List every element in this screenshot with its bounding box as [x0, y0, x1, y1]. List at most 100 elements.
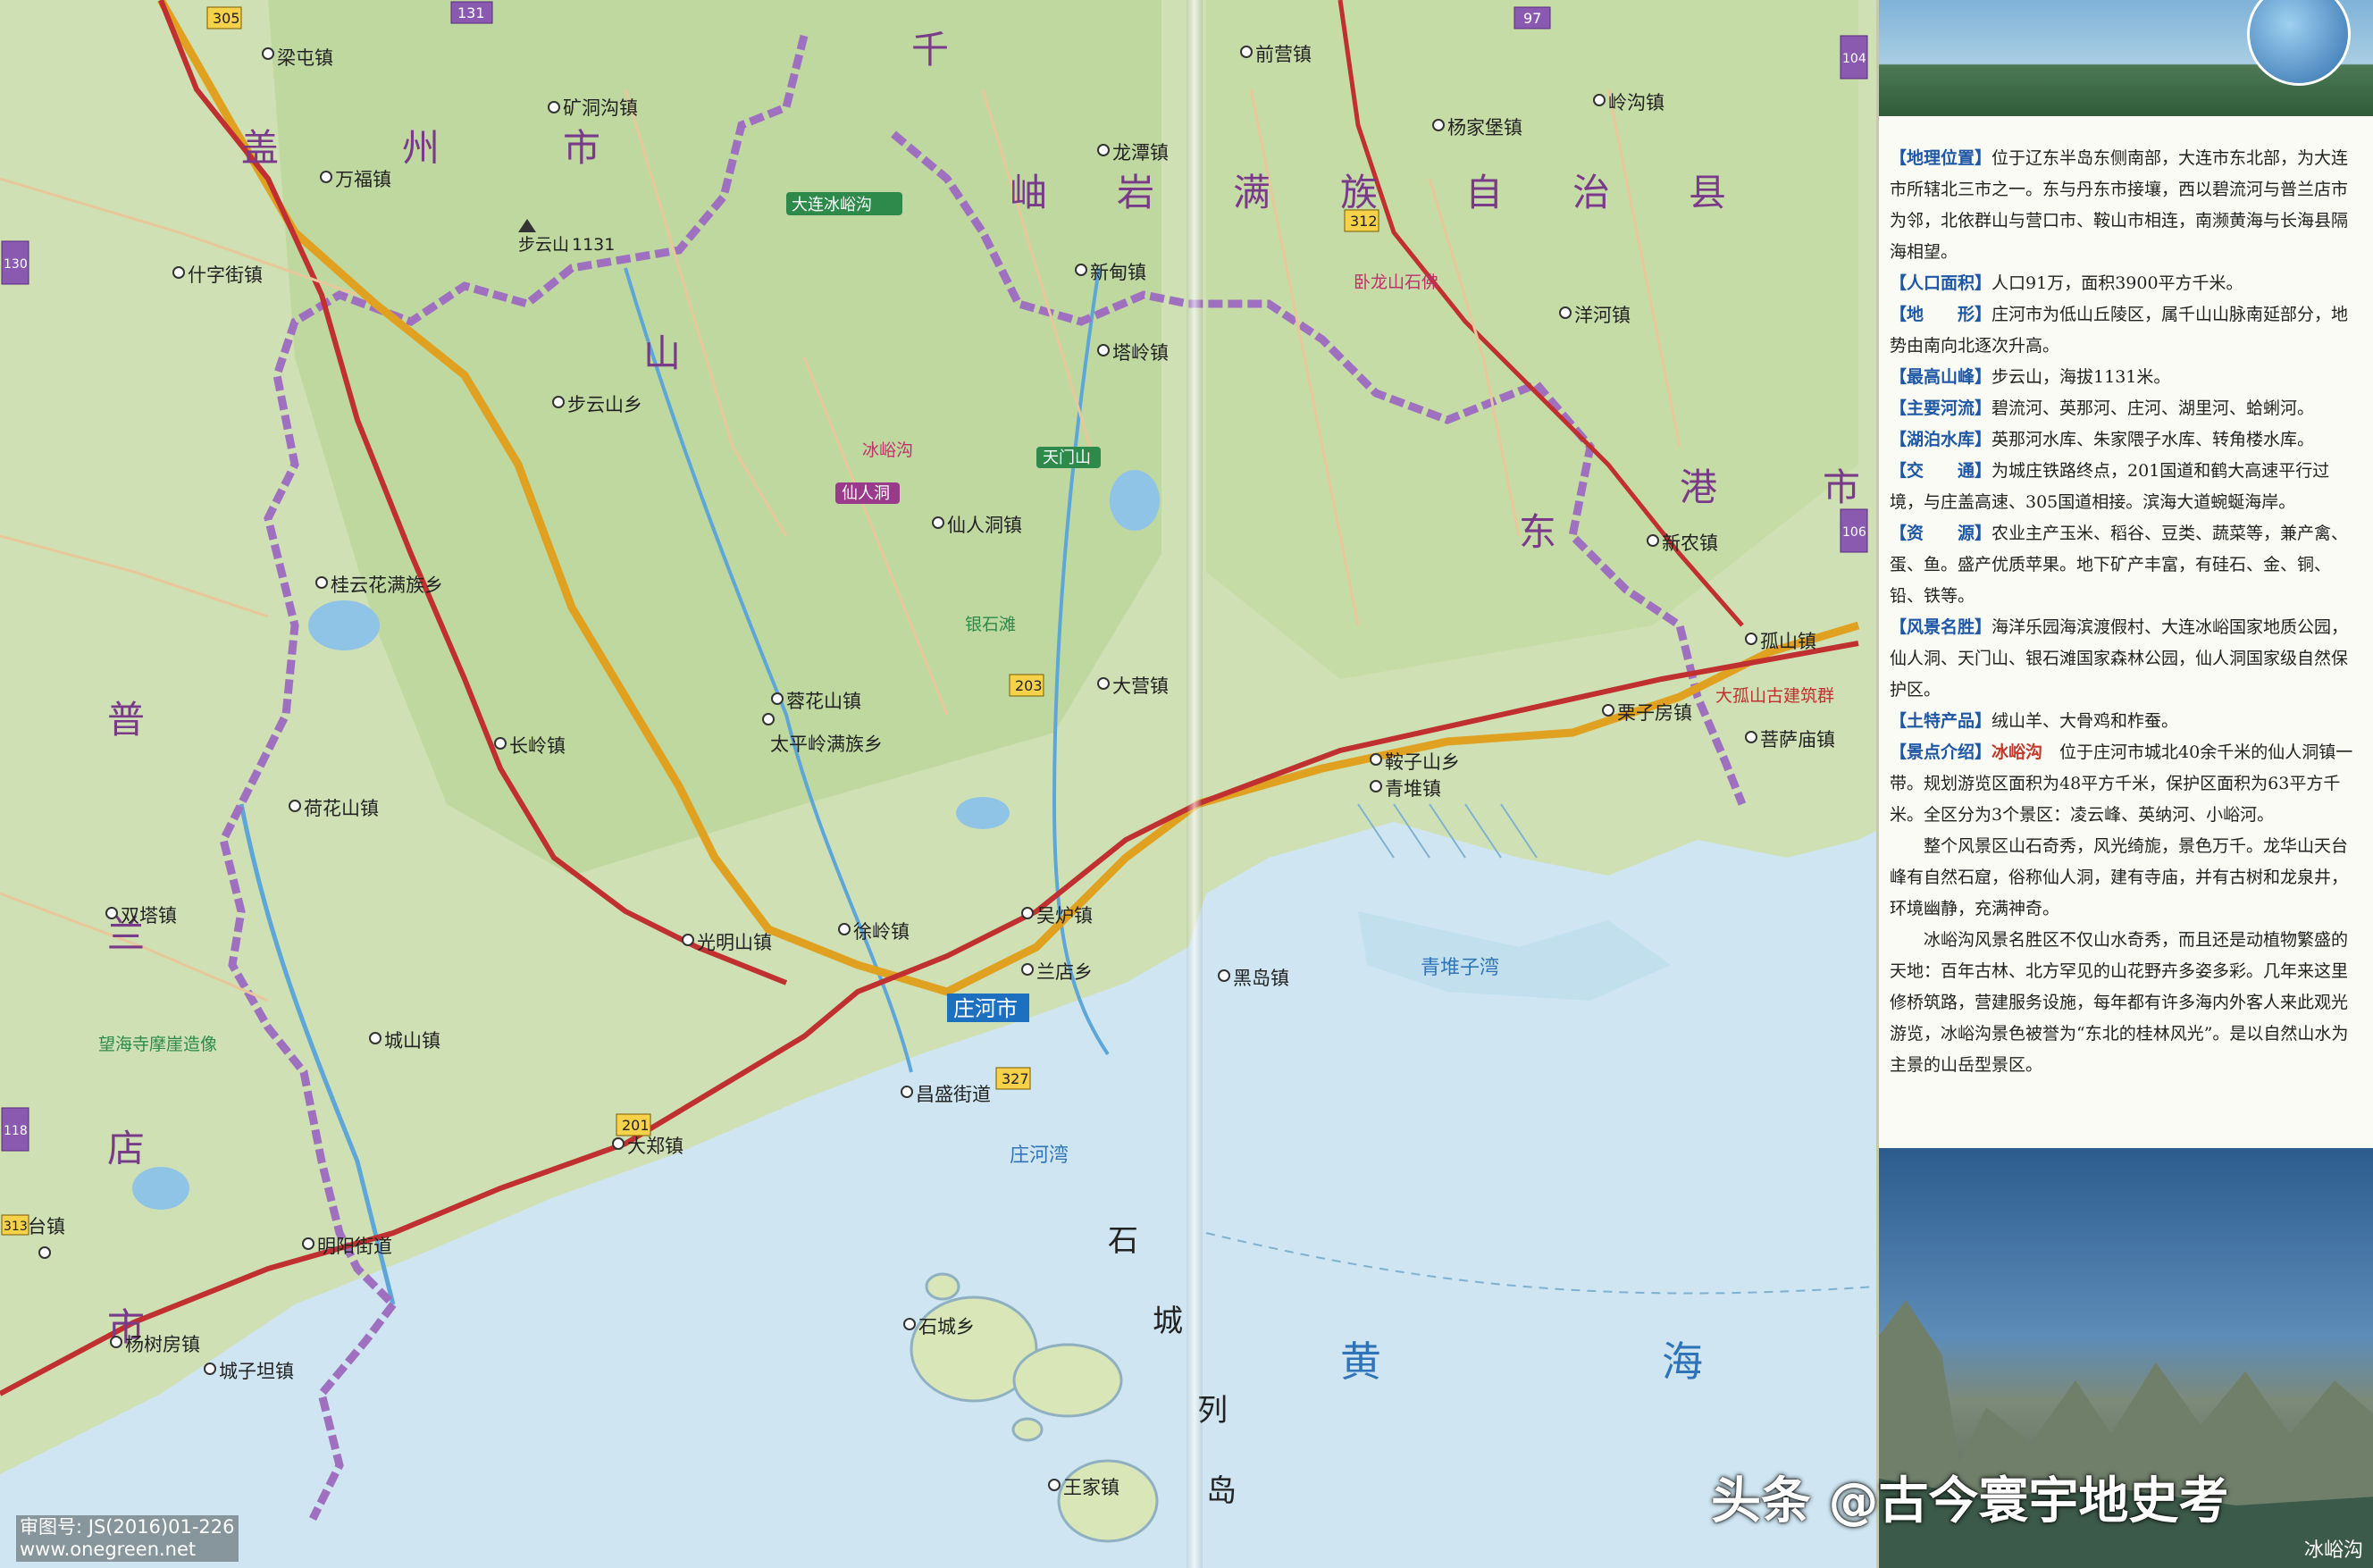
photo-caption: 冰峪沟 — [2303, 1539, 2363, 1562]
map-page: 盖 州 市 千 山 岫 岩 满 族 自 治 县 东 港 市 普 兰 店 市 黄 … — [0, 0, 2373, 1568]
town-label: 什字街镇 — [188, 264, 263, 286]
town-label: 徐岭镇 — [853, 921, 910, 943]
info-key: 【主要河流】 — [1890, 398, 1992, 418]
road-shield-number: 313 — [4, 1220, 28, 1234]
town-marker — [1593, 94, 1606, 106]
peak-height: 1131 — [572, 235, 615, 255]
road-shield-number: 203 — [1015, 677, 1043, 694]
road-shield-number: 312 — [1350, 213, 1378, 230]
town-marker — [1370, 753, 1382, 766]
region-char: 盖 — [241, 126, 279, 170]
reservoir — [1110, 470, 1160, 531]
town-marker — [762, 713, 775, 725]
wangjia-island — [1057, 1459, 1159, 1543]
town-marker — [771, 692, 784, 705]
town-label: 前营镇 — [1255, 44, 1312, 65]
town-marker — [110, 1336, 122, 1348]
town-marker — [1647, 534, 1659, 547]
intro-entry: 【景点介绍】冰峪沟 位于庄河市城北40余千米的仙人洞镇一带。规划游览区面积为48… — [1890, 737, 2361, 831]
info-entry: 【风景名胜】海洋乐园海滨渡假村、大连冰峪国家地质公园，仙人洞、天门山、银石滩国家… — [1890, 612, 2361, 706]
info-entry: 【土特产品】绒山羊、大骨鸡和柞蚕。 — [1890, 706, 2361, 737]
info-entry: 【最高山峰】步云山，海拔1131米。 — [1890, 362, 2361, 393]
town-marker — [932, 516, 944, 529]
book-spine — [1186, 0, 1203, 1568]
town-marker — [1745, 731, 1757, 743]
intro-name: 冰峪沟 — [1991, 742, 2043, 762]
town-marker — [1745, 633, 1757, 645]
islet — [925, 1272, 960, 1301]
town-marker — [1097, 677, 1110, 690]
bay-label: 庄河湾 — [1010, 1145, 1069, 1167]
town-label: 杨树房镇 — [125, 1334, 200, 1355]
town-marker — [204, 1363, 216, 1375]
info-entry: 【资 源】农业主产玉米、稻谷、豆类、蔬菜等，兼产禽、蛋、鱼。盛产优质苹果。地下矿… — [1890, 518, 2361, 612]
town-marker — [1432, 119, 1445, 131]
town-label: 万福镇 — [335, 169, 391, 190]
archipelago-label: 岛 — [1206, 1473, 1237, 1509]
info-entry: 【人口面积】人口91万，面积3900平方千米。 — [1890, 268, 2361, 299]
town-label: 菩萨庙镇 — [1760, 729, 1835, 750]
town-marker — [320, 171, 332, 183]
town-label: 仙人洞镇 — [947, 515, 1022, 536]
road-shield-number: 104 — [1842, 52, 1866, 66]
town-marker — [901, 1086, 913, 1098]
town-marker — [1240, 46, 1253, 58]
town-label: 石城乡 — [918, 1316, 975, 1337]
reservoir — [132, 1167, 189, 1210]
region-char: 州 — [402, 126, 440, 170]
town-label: 黑岛镇 — [1233, 968, 1289, 989]
region-char: 岩 — [1117, 171, 1154, 214]
info-value: 步云山，海拔1131米。 — [1991, 367, 2171, 387]
town-label: 光明山镇 — [697, 932, 772, 953]
road-shield-number: 130 — [4, 257, 28, 272]
town-marker — [262, 47, 274, 60]
town-marker — [552, 396, 565, 408]
town-label: 王家镇 — [1063, 1477, 1119, 1498]
town-marker — [315, 576, 328, 589]
scenic-label: 银石滩 — [965, 615, 1016, 634]
info-value: 绒山羊、大骨鸡和柞蚕。 — [1991, 711, 2179, 731]
scenic-label: 卧龙山石佛 — [1354, 273, 1438, 292]
globe-icon — [2247, 0, 2351, 86]
town-marker — [548, 101, 560, 113]
town-label: 城山镇 — [384, 1030, 440, 1052]
town-label: 双塔镇 — [121, 905, 177, 927]
town-marker — [38, 1246, 51, 1259]
reservoir — [956, 797, 1010, 829]
intro-paragraph: 整个风景区山石奇秀，风光绮旎，景色万千。龙华山天台峰有自然石窟，俗称仙人洞，建有… — [1890, 836, 2349, 918]
info-value: 碧流河、英那河、庄河、湖里河、蛤蜊河。 — [1991, 398, 2315, 418]
info-value: 人口91万，面积3900平方千米。 — [1991, 273, 2243, 293]
scenic-label: 仙人洞 — [842, 484, 890, 503]
region-char: 族 — [1340, 171, 1378, 214]
town-label: 大营镇 — [1112, 675, 1169, 697]
town-marker — [289, 800, 301, 812]
region-char: 县 — [1689, 171, 1726, 214]
town-label: 城子坦镇 — [219, 1361, 294, 1382]
town-label: 新农镇 — [1662, 532, 1718, 554]
region-char: 港 — [1680, 465, 1717, 509]
region-char: 山 — [643, 331, 681, 375]
region-char: 普 — [107, 698, 145, 742]
town-label: 荷花山镇 — [304, 798, 379, 819]
town-label: 明阳街道 — [317, 1236, 392, 1257]
region-char: 千 — [911, 28, 949, 71]
scenic-label: 大孤山古建筑群 — [1715, 686, 1834, 706]
sea-label: 黄 — [1340, 1337, 1381, 1386]
town-marker — [1075, 264, 1087, 276]
info-key: 【土特产品】 — [1890, 711, 1992, 731]
reservoir — [308, 600, 380, 650]
town-label: 昌盛街道 — [916, 1084, 991, 1105]
scenic-label: 望海寺摩崖造像 — [98, 1035, 217, 1054]
road-shield-number: 118 — [4, 1124, 28, 1138]
info-key: 【地理位置】 — [1890, 148, 1992, 168]
town-marker — [1602, 704, 1614, 717]
town-marker — [494, 737, 507, 750]
town-marker — [1021, 907, 1034, 919]
info-text: 【地理位置】位于辽东半岛东侧南部，大连市东北部，为大连市所辖北三市之一。东与丹东… — [1890, 143, 2361, 1081]
town-label: 蓉花山镇 — [786, 691, 861, 712]
scenic-label: 天门山 — [1043, 449, 1091, 467]
watermark: 头条 @古今寰宇地史考 — [1711, 1472, 2229, 1530]
road-shield-number: 327 — [1002, 1070, 1029, 1087]
scenic-label: 冰峪沟 — [862, 440, 913, 460]
info-key: 【风景名胜】 — [1890, 617, 1992, 637]
